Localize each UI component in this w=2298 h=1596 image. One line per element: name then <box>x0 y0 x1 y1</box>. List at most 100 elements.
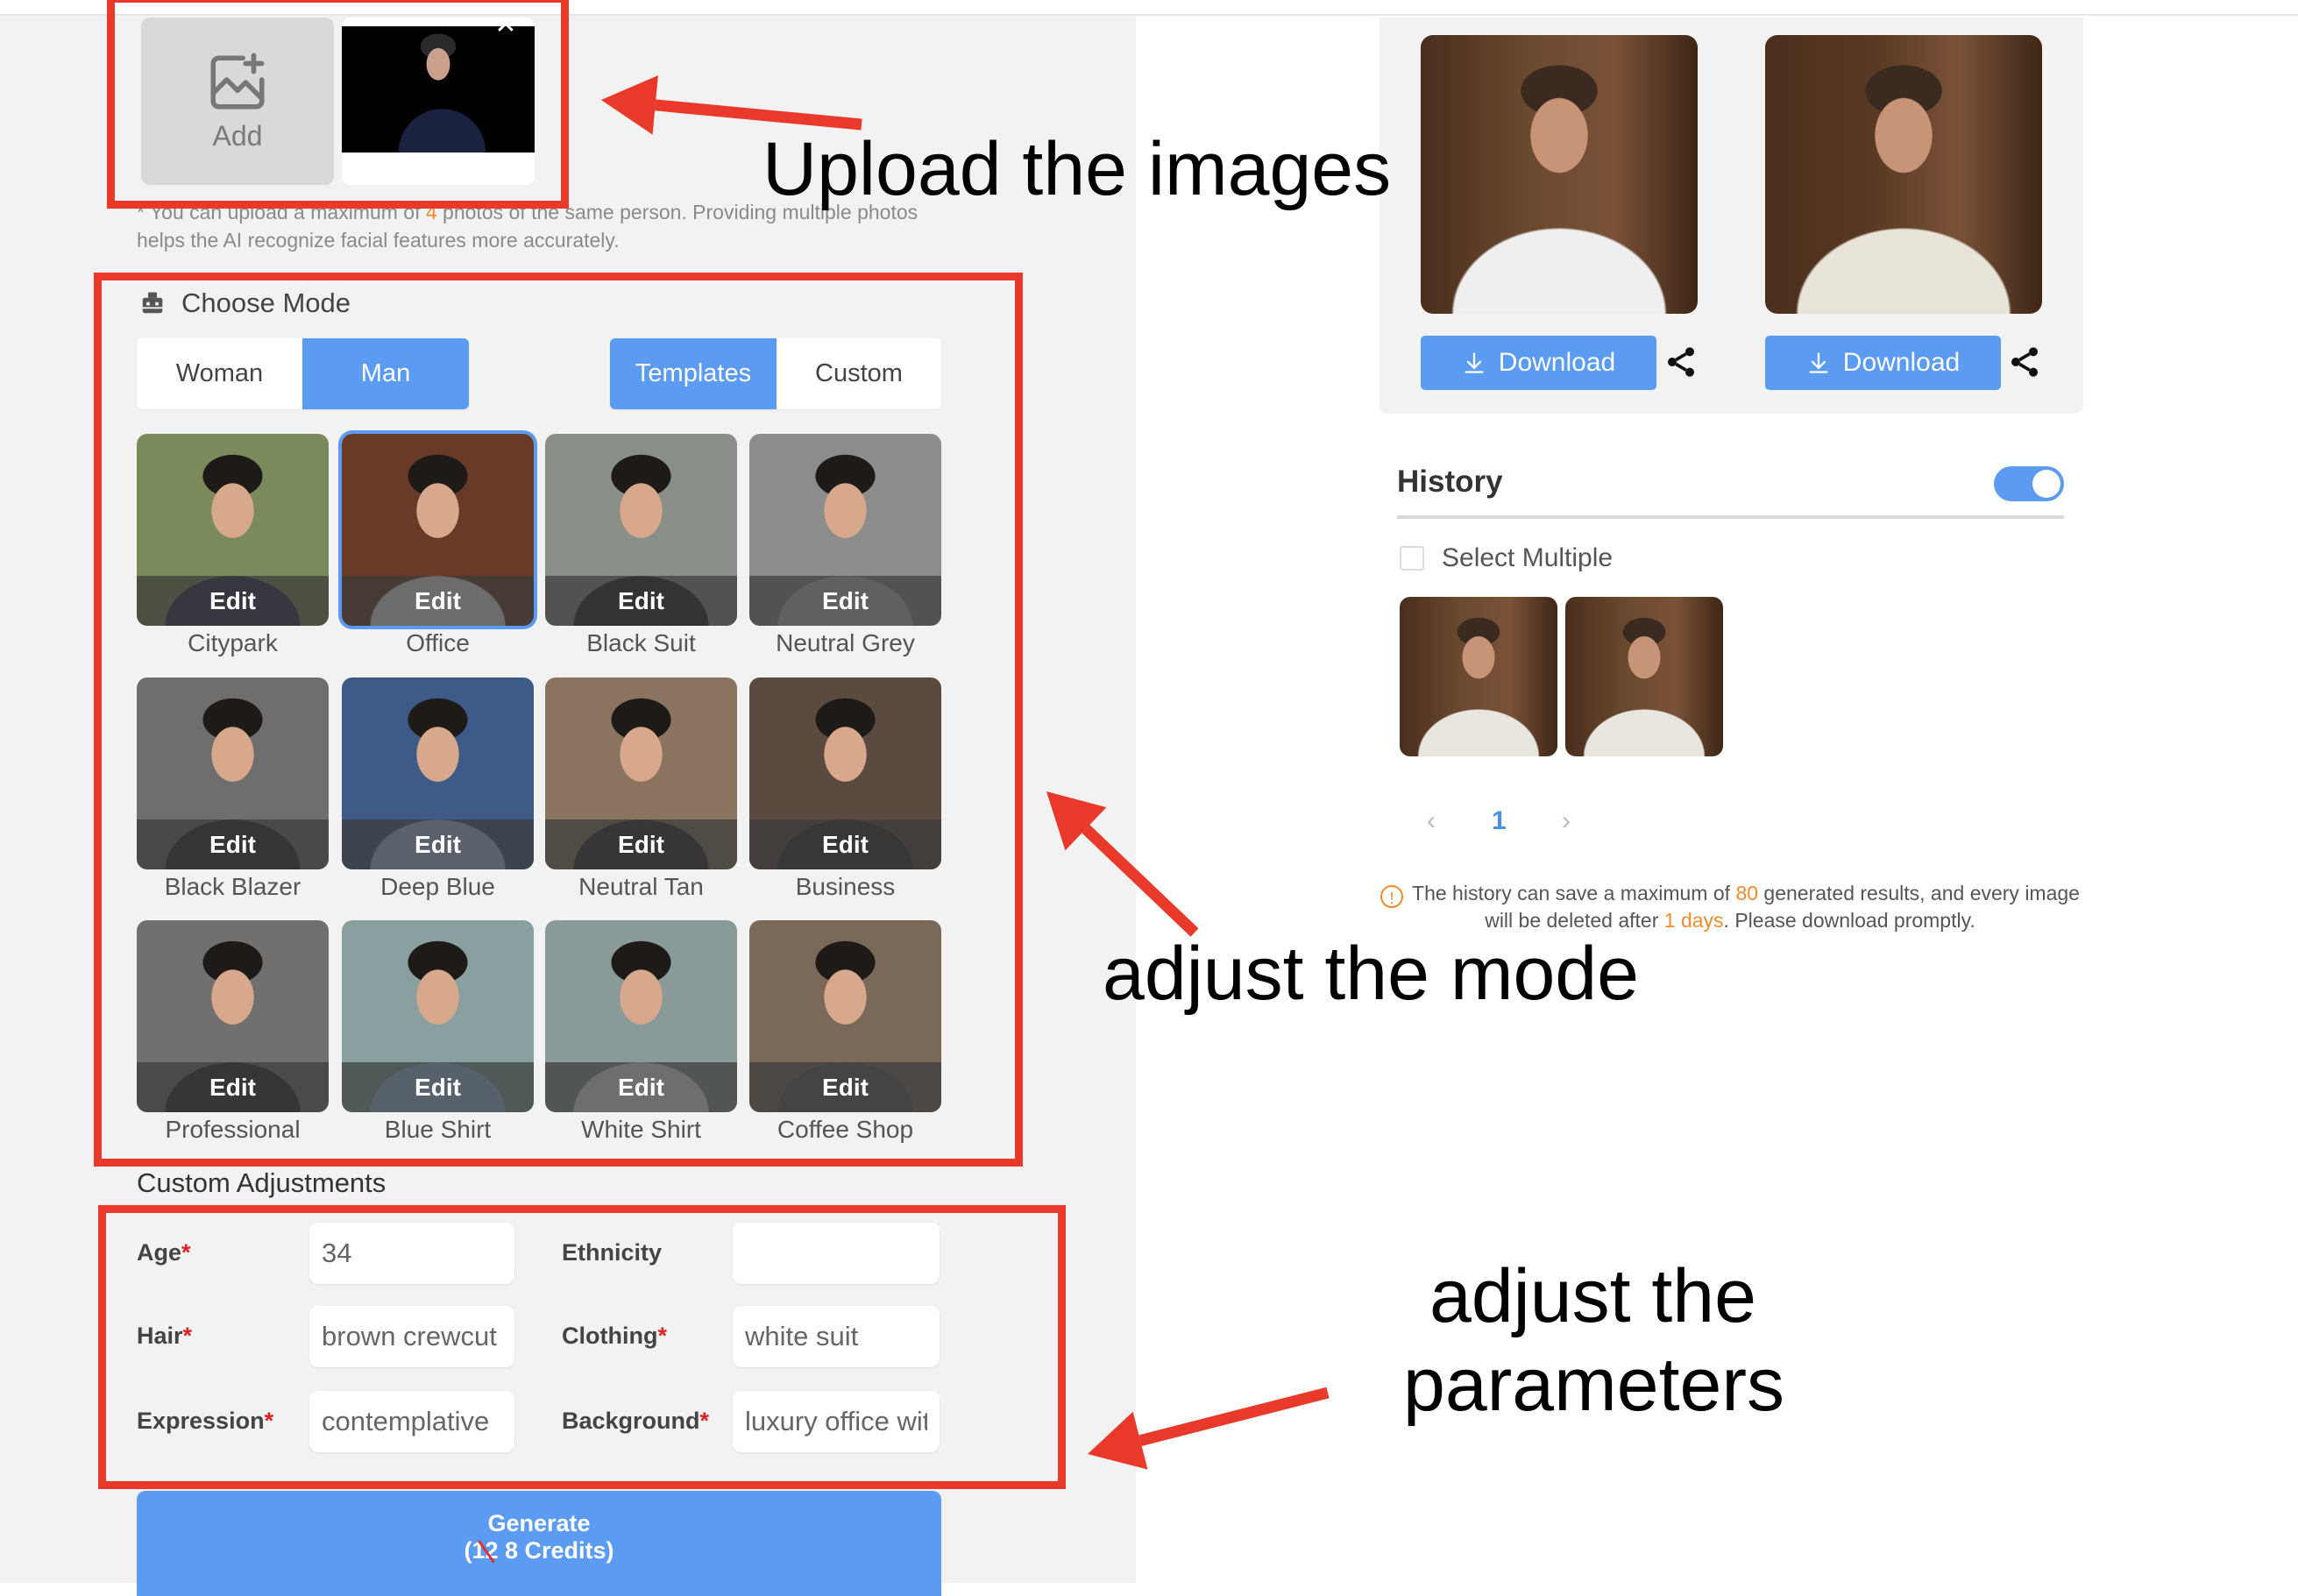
template-card[interactable]: Edit <box>342 677 534 869</box>
robot-icon <box>142 292 163 314</box>
template-card[interactable]: Edit <box>545 920 737 1112</box>
field-input-ethnicity[interactable] <box>733 1223 940 1284</box>
history-title: History <box>1397 465 1503 499</box>
checkbox-box[interactable] <box>1400 546 1424 571</box>
template-label: White Shirt <box>581 1116 701 1143</box>
template-edit-button[interactable]: Edit <box>545 1062 737 1112</box>
template-label: Citypark <box>188 629 278 656</box>
annotation-upload-text: Upload the images <box>762 127 1392 211</box>
template-card[interactable]: Edit <box>545 677 737 869</box>
credits-old-price: 12 <box>472 1537 499 1564</box>
template-card[interactable]: Edit <box>137 920 329 1112</box>
generate-button[interactable]: Generate (12 8 Credits) <box>137 1491 941 1596</box>
template-card[interactable]: Edit <box>545 434 737 626</box>
toggle-knob <box>2032 470 2060 498</box>
template-label: Neutral Grey <box>776 629 915 656</box>
custom-adjustments-title: Custom Adjustments <box>137 1167 387 1198</box>
template-edit-button[interactable]: Edit <box>545 819 737 869</box>
template-label: Neutral Tan <box>578 873 704 900</box>
template-label: Professional <box>165 1116 301 1143</box>
template-edit-button[interactable]: Edit <box>749 576 941 626</box>
mode-option-custom[interactable]: Custom <box>777 338 941 409</box>
gender-option-man[interactable]: Man <box>302 338 469 409</box>
field-label-ethnicity: Ethnicity <box>562 1239 663 1266</box>
template-label: Blue Shirt <box>384 1116 492 1143</box>
field-label-age: Age* <box>137 1239 191 1266</box>
mode-option-templates[interactable]: Templates <box>610 338 777 409</box>
add-image-icon <box>210 53 265 110</box>
field-input-expression[interactable] <box>309 1391 514 1452</box>
history-toggle[interactable] <box>1994 466 2064 501</box>
history-notice: ! The history can save a maximum of 80 ge… <box>1380 881 2081 933</box>
template-edit-button[interactable]: Edit <box>137 576 329 626</box>
add-photo-label: Add <box>212 120 263 152</box>
field-input-hair[interactable] <box>309 1306 514 1367</box>
notice-days: 1 days <box>1663 909 1724 932</box>
generate-label: Generate <box>487 1510 591 1536</box>
template-edit-button[interactable]: Edit <box>545 576 737 626</box>
template-edit-button[interactable]: Edit <box>137 1062 329 1112</box>
template-label: Business <box>795 873 896 900</box>
template-edit-button[interactable]: Edit <box>342 576 534 626</box>
download-label: Download <box>1842 348 1961 377</box>
download-icon <box>1809 352 1828 373</box>
template-edit-button[interactable]: Edit <box>749 819 941 869</box>
select-multiple-checkbox[interactable]: Select Multiple <box>1400 543 1613 573</box>
template-card[interactable]: Edit <box>342 920 534 1112</box>
add-photo-button[interactable]: Add <box>141 18 334 185</box>
required-mark: * <box>182 1323 193 1349</box>
template-card[interactable]: Edit <box>137 677 329 869</box>
result-image[interactable] <box>1421 35 1698 314</box>
template-card[interactable]: Edit <box>749 677 941 869</box>
pagination-page-1[interactable]: 1 <box>1492 806 1507 836</box>
notice-text-3: . Please download promptly. <box>1723 909 1975 932</box>
history-thumbnail[interactable] <box>1400 597 1557 756</box>
template-card[interactable]: Edit <box>749 920 941 1112</box>
gender-toggle: Woman Man <box>137 338 469 409</box>
template-label: Black Suit <box>586 629 696 656</box>
template-label: Coffee Shop <box>777 1116 914 1143</box>
select-multiple-label: Select Multiple <box>1442 543 1614 572</box>
template-label: Black Blazer <box>164 873 301 900</box>
choose-mode-title: Choose Mode <box>139 287 351 319</box>
template-edit-button[interactable]: Edit <box>342 819 534 869</box>
notice-text-1: The history can save a maximum of <box>1412 882 1736 904</box>
template-card[interactable]: Edit <box>137 434 329 626</box>
remove-photo-icon[interactable]: ✕ <box>493 18 519 39</box>
annotation-mode-text: adjust the mode <box>1103 932 1639 1016</box>
hint-text-1: * You can upload a maximum of <box>137 201 426 223</box>
template-card[interactable]: Edit <box>749 434 941 626</box>
uploaded-photo[interactable]: ✕ <box>342 18 535 185</box>
mode-type-toggle: Templates Custom <box>610 338 941 409</box>
template-edit-button[interactable]: Edit <box>137 819 329 869</box>
required-mark: * <box>699 1408 710 1434</box>
field-input-clothing[interactable] <box>733 1306 940 1367</box>
pagination-next[interactable]: › <box>1562 806 1571 836</box>
required-mark: * <box>181 1239 191 1266</box>
field-input-background[interactable] <box>733 1391 940 1452</box>
generate-credits: (12 8 Credits) <box>137 1537 941 1564</box>
history-divider <box>1397 515 2064 519</box>
history-thumbnail[interactable] <box>1565 597 1723 756</box>
field-label-background: Background* <box>562 1408 710 1434</box>
download-button[interactable]: Download <box>1421 336 1656 390</box>
share-icon[interactable] <box>2007 344 2042 379</box>
annotation-params-line1: adjust the <box>1429 1254 1756 1338</box>
hint-count: 4 <box>425 201 437 223</box>
gender-option-woman[interactable]: Woman <box>137 338 302 409</box>
result-image[interactable] <box>1765 35 2042 314</box>
share-icon[interactable] <box>1663 344 1699 379</box>
field-label-hair: Hair* <box>137 1323 193 1349</box>
required-mark: * <box>657 1323 667 1349</box>
download-label: Download <box>1498 348 1616 377</box>
annotation-params-line2: parameters <box>1403 1343 1784 1427</box>
warning-icon: ! <box>1380 885 1404 908</box>
download-button[interactable]: Download <box>1765 336 2001 390</box>
pagination-prev[interactable]: ‹ <box>1427 806 1436 836</box>
template-edit-button[interactable]: Edit <box>342 1062 534 1112</box>
template-edit-button[interactable]: Edit <box>749 1062 941 1112</box>
required-mark: * <box>264 1408 274 1434</box>
template-card[interactable]: Edit <box>342 434 534 626</box>
template-label: Office <box>406 629 470 656</box>
field-input-age[interactable] <box>309 1223 514 1284</box>
